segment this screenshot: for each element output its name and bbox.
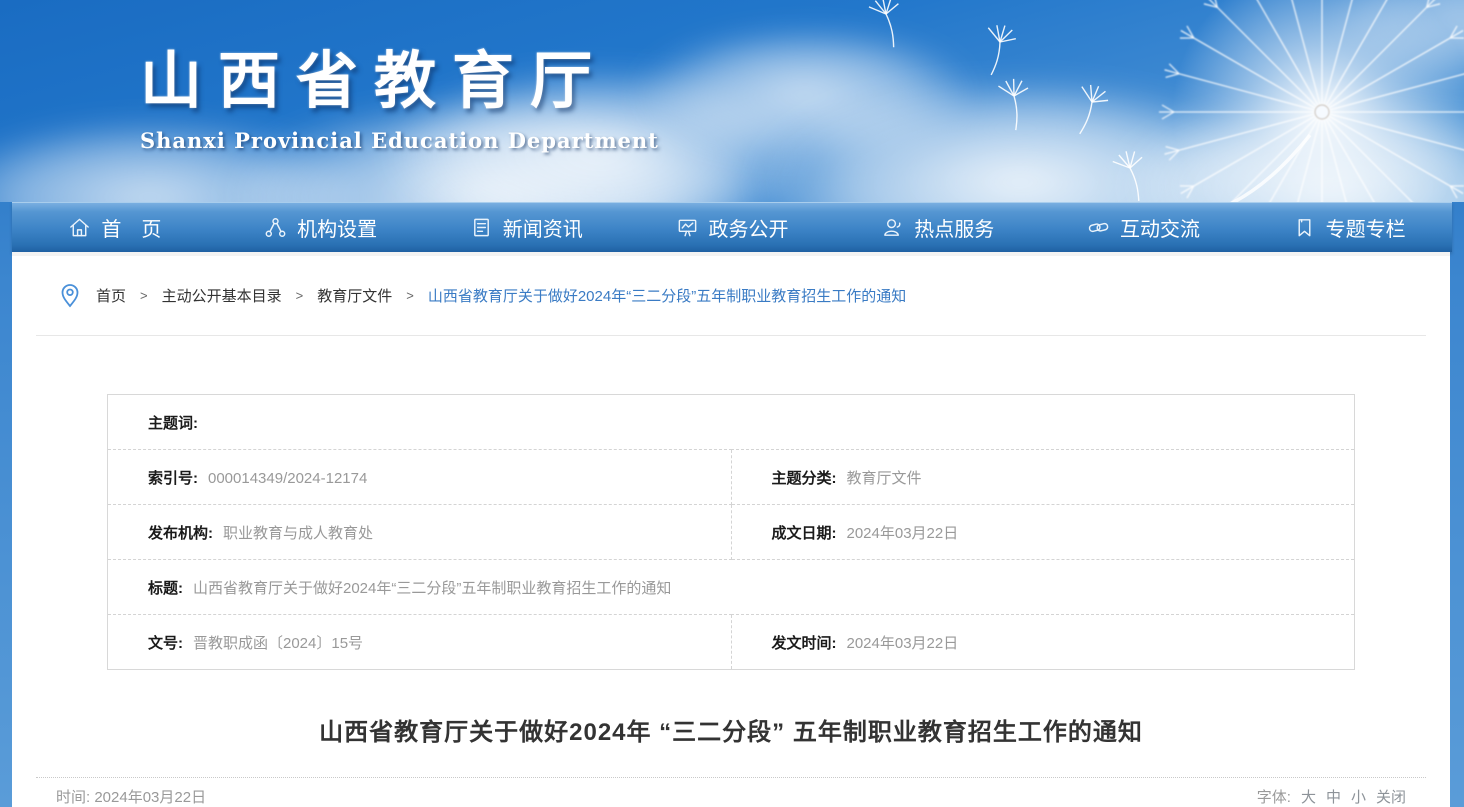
publish-time: 时间: 2024年03月22日 [56, 786, 206, 807]
time-label: 时间: [56, 789, 90, 806]
table-row: 发布机构: 职业教育与成人教育处 成文日期: 2024年03月22日 [108, 505, 1355, 560]
nav-item-label: 热点服务 [914, 213, 994, 242]
topics-bookmark-icon [1293, 216, 1316, 239]
breadcrumb-item-current: 山西省教育厅关于做好2024年“三二分段”五年制职业教育招生工作的通知 [428, 285, 906, 306]
field-label: 标题: [148, 580, 183, 597]
news-icon [470, 216, 493, 239]
interaction-link-icon [1087, 216, 1110, 239]
field-value: 000014349/2024-12174 [208, 470, 367, 487]
org-structure-icon [264, 216, 287, 239]
font-controls: 字体: 大 中 小 关闭 [1257, 786, 1406, 807]
time-value: 2024年03月22日 [94, 789, 206, 806]
field-label: 主题分类: [772, 470, 837, 487]
field-label: 发布机构: [148, 525, 213, 542]
table-row: 主题词: [108, 395, 1355, 450]
breadcrumb-separator: > [140, 288, 148, 303]
nav-item-label: 互动交流 [1120, 213, 1200, 242]
field-written-date: 成文日期: 2024年03月22日 [731, 505, 1355, 560]
site-title-en: Shanxi Provincial Education Department [140, 128, 659, 153]
field-value: 山西省教育厅关于做好2024年“三二分段”五年制职业教育招生工作的通知 [193, 580, 671, 597]
field-value: 2024年03月22日 [847, 525, 959, 542]
field-value: 职业教育与成人教育处 [223, 525, 373, 542]
location-pin-icon [58, 282, 82, 308]
font-size-medium-button[interactable]: 中 [1326, 786, 1341, 807]
font-size-label: 字体: [1257, 786, 1291, 807]
field-topic-category: 主题分类: 教育厅文件 [731, 450, 1355, 505]
nav-item-label: 首 页 [101, 213, 161, 242]
field-label: 文号: [148, 635, 183, 652]
field-value: 2024年03月22日 [847, 635, 959, 652]
field-value: 晋教职成函〔2024〕15号 [193, 635, 363, 652]
gov-open-icon [676, 216, 699, 239]
field-label: 成文日期: [772, 525, 837, 542]
document-info-table: 主题词: 索引号: 000014349/2024-12174 主题分类: 教育厅文件… [107, 394, 1355, 670]
breadcrumb-item-dept-files[interactable]: 教育厅文件 [317, 285, 392, 306]
field-label: 主题词: [148, 415, 198, 432]
nav-item-gov-open[interactable]: 政务公开 [629, 203, 835, 252]
close-button[interactable]: 关闭 [1376, 786, 1406, 807]
nav-item-label: 政务公开 [709, 213, 789, 242]
nav-item-org[interactable]: 机构设置 [218, 203, 424, 252]
hot-service-icon [881, 216, 904, 239]
table-row: 标题: 山西省教育厅关于做好2024年“三二分段”五年制职业教育招生工作的通知 [108, 560, 1355, 615]
main-nav: 首 页 机构设置 新闻资讯 政务公开 [12, 202, 1452, 252]
field-doc-number: 文号: 晋教职成函〔2024〕15号 [108, 615, 732, 670]
field-subject-words: 主题词: [108, 395, 1355, 450]
field-issuing-agency: 发布机构: 职业教育与成人教育处 [108, 505, 732, 560]
site-title-cn: 山西省教育厅 [140, 30, 659, 120]
section-divider [36, 335, 1426, 336]
nav-item-news[interactable]: 新闻资讯 [423, 203, 629, 252]
nav-item-hot-service[interactable]: 热点服务 [835, 203, 1041, 252]
nav-item-label: 机构设置 [297, 213, 377, 242]
breadcrumb-separator: > [406, 288, 414, 303]
table-row: 索引号: 000014349/2024-12174 主题分类: 教育厅文件 [108, 450, 1355, 505]
field-value: 教育厅文件 [847, 470, 922, 487]
content: 首页 > 主动公开基本目录 > 教育厅文件 > 山西省教育厅关于做好2024年“… [12, 252, 1450, 807]
nav-item-topics[interactable]: 专题专栏 [1246, 203, 1452, 252]
nav-item-home[interactable]: 首 页 [12, 203, 218, 252]
breadcrumb-separator: > [296, 288, 304, 303]
breadcrumb-item-catalog[interactable]: 主动公开基本目录 [162, 285, 282, 306]
document-title: 山西省教育厅关于做好2024年 “三二分段” 五年制职业教育招生工作的通知 [72, 712, 1390, 747]
nav-item-interaction[interactable]: 互动交流 [1041, 203, 1247, 252]
field-label: 索引号: [148, 470, 198, 487]
field-label: 发文时间: [772, 635, 837, 652]
font-size-large-button[interactable]: 大 [1301, 786, 1316, 807]
field-index-number: 索引号: 000014349/2024-12174 [108, 450, 732, 505]
font-size-small-button[interactable]: 小 [1351, 786, 1366, 807]
document-meta-bar: 时间: 2024年03月22日 字体: 大 中 小 关闭 [36, 777, 1426, 807]
field-title: 标题: 山西省教育厅关于做好2024年“三二分段”五年制职业教育招生工作的通知 [108, 560, 1355, 615]
nav-item-label: 专题专栏 [1326, 213, 1406, 242]
home-icon [68, 216, 91, 239]
nav-item-label: 新闻资讯 [503, 213, 583, 242]
field-publish-time: 发文时间: 2024年03月22日 [731, 615, 1355, 670]
breadcrumb-item-home[interactable]: 首页 [96, 285, 126, 306]
site-header: 山西省教育厅 Shanxi Provincial Education Depar… [0, 0, 1464, 202]
brand: 山西省教育厅 Shanxi Provincial Education Depar… [140, 30, 659, 153]
breadcrumb: 首页 > 主动公开基本目录 > 教育厅文件 > 山西省教育厅关于做好2024年“… [12, 256, 1450, 308]
page: 山西省教育厅 Shanxi Provincial Education Depar… [0, 0, 1464, 807]
table-row: 文号: 晋教职成函〔2024〕15号 发文时间: 2024年03月22日 [108, 615, 1355, 670]
